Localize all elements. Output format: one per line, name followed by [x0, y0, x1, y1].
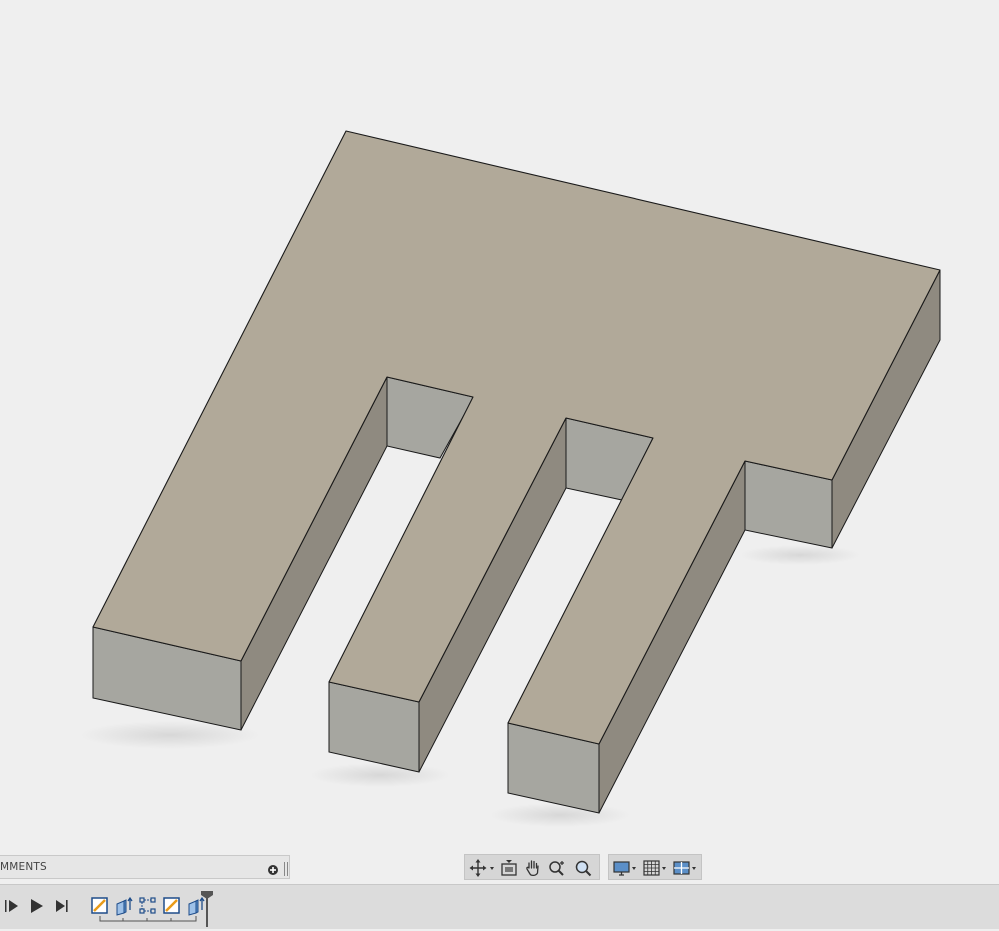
model-canvas[interactable] — [0, 0, 999, 884]
panel-resize-grip[interactable] — [284, 861, 288, 876]
model-top-face[interactable] — [92, 130, 941, 745]
3d-viewport[interactable] — [0, 0, 999, 884]
sketch-icon[interactable] — [162, 896, 182, 916]
extrude-icon[interactable] — [114, 896, 134, 916]
fit-icon[interactable] — [573, 858, 595, 878]
shadow — [490, 803, 630, 827]
pan-icon[interactable] — [523, 858, 543, 878]
play-icon[interactable] — [28, 896, 46, 916]
timeline-marker[interactable] — [200, 889, 214, 927]
comments-label: MMENTS — [0, 861, 47, 873]
shadow — [310, 763, 450, 787]
orbit-icon[interactable] — [469, 858, 495, 878]
look-at-icon[interactable] — [499, 858, 519, 878]
timeline-bar — [0, 884, 999, 929]
sketch-icon[interactable] — [90, 896, 110, 916]
zoom-icon[interactable] — [547, 858, 569, 878]
grid-icon[interactable] — [642, 858, 670, 878]
step-end-icon[interactable] — [54, 896, 72, 916]
display-settings-icon[interactable] — [612, 858, 640, 878]
timeline-group-bracket — [99, 916, 197, 922]
comments-panel: MMENTS — [0, 855, 290, 879]
navigation-group — [464, 854, 600, 880]
viewports-icon[interactable] — [672, 858, 700, 878]
navigation-toolbar — [464, 854, 702, 880]
shadow — [740, 545, 860, 565]
add-comment-icon[interactable] — [267, 861, 279, 875]
display-group — [608, 854, 702, 880]
step-back-icon[interactable] — [2, 896, 20, 916]
constraint-icon[interactable] — [138, 896, 158, 916]
